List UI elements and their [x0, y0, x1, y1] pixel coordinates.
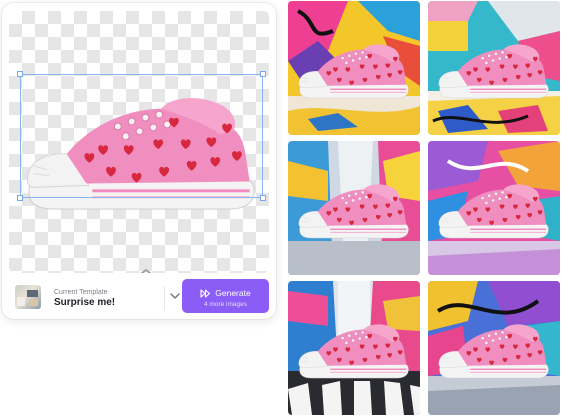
resize-handle-top-right[interactable]	[260, 71, 266, 77]
result-image-6[interactable]	[428, 281, 560, 415]
sneaker-image	[295, 321, 413, 379]
result-image-3[interactable]	[288, 141, 420, 275]
generate-button[interactable]: Generate 4 more images	[182, 279, 269, 313]
generate-label: Generate	[215, 288, 251, 298]
divider	[164, 286, 165, 310]
resize-handle-bottom-left[interactable]	[17, 195, 23, 201]
chevron-up-icon[interactable]	[134, 267, 158, 273]
sneaker-image	[435, 321, 553, 379]
editor-card: Current Template Surprise me! Generate 4…	[2, 3, 276, 319]
resize-handle-bottom-right[interactable]	[260, 195, 266, 201]
template-thumbnail	[15, 285, 41, 309]
template-name: Surprise me!	[54, 297, 116, 308]
sneaker-image	[435, 41, 553, 99]
sneaker-image	[295, 181, 413, 239]
result-image-2[interactable]	[428, 1, 560, 135]
result-image-4[interactable]	[428, 141, 560, 275]
image-canvas[interactable]	[9, 11, 269, 273]
chevron-down-icon[interactable]	[170, 292, 180, 300]
template-selector[interactable]: Current Template Surprise me!	[11, 281, 181, 313]
resize-handle-top-left[interactable]	[17, 71, 23, 77]
selection-box[interactable]	[17, 71, 266, 201]
sneaker-image	[295, 41, 413, 99]
fast-forward-icon	[200, 289, 211, 298]
template-caption: Current Template	[54, 289, 108, 296]
sneaker-image	[435, 181, 553, 239]
result-image-5[interactable]	[288, 281, 420, 415]
result-image-1[interactable]	[288, 1, 420, 135]
generate-sublabel: 4 more images	[204, 301, 247, 308]
